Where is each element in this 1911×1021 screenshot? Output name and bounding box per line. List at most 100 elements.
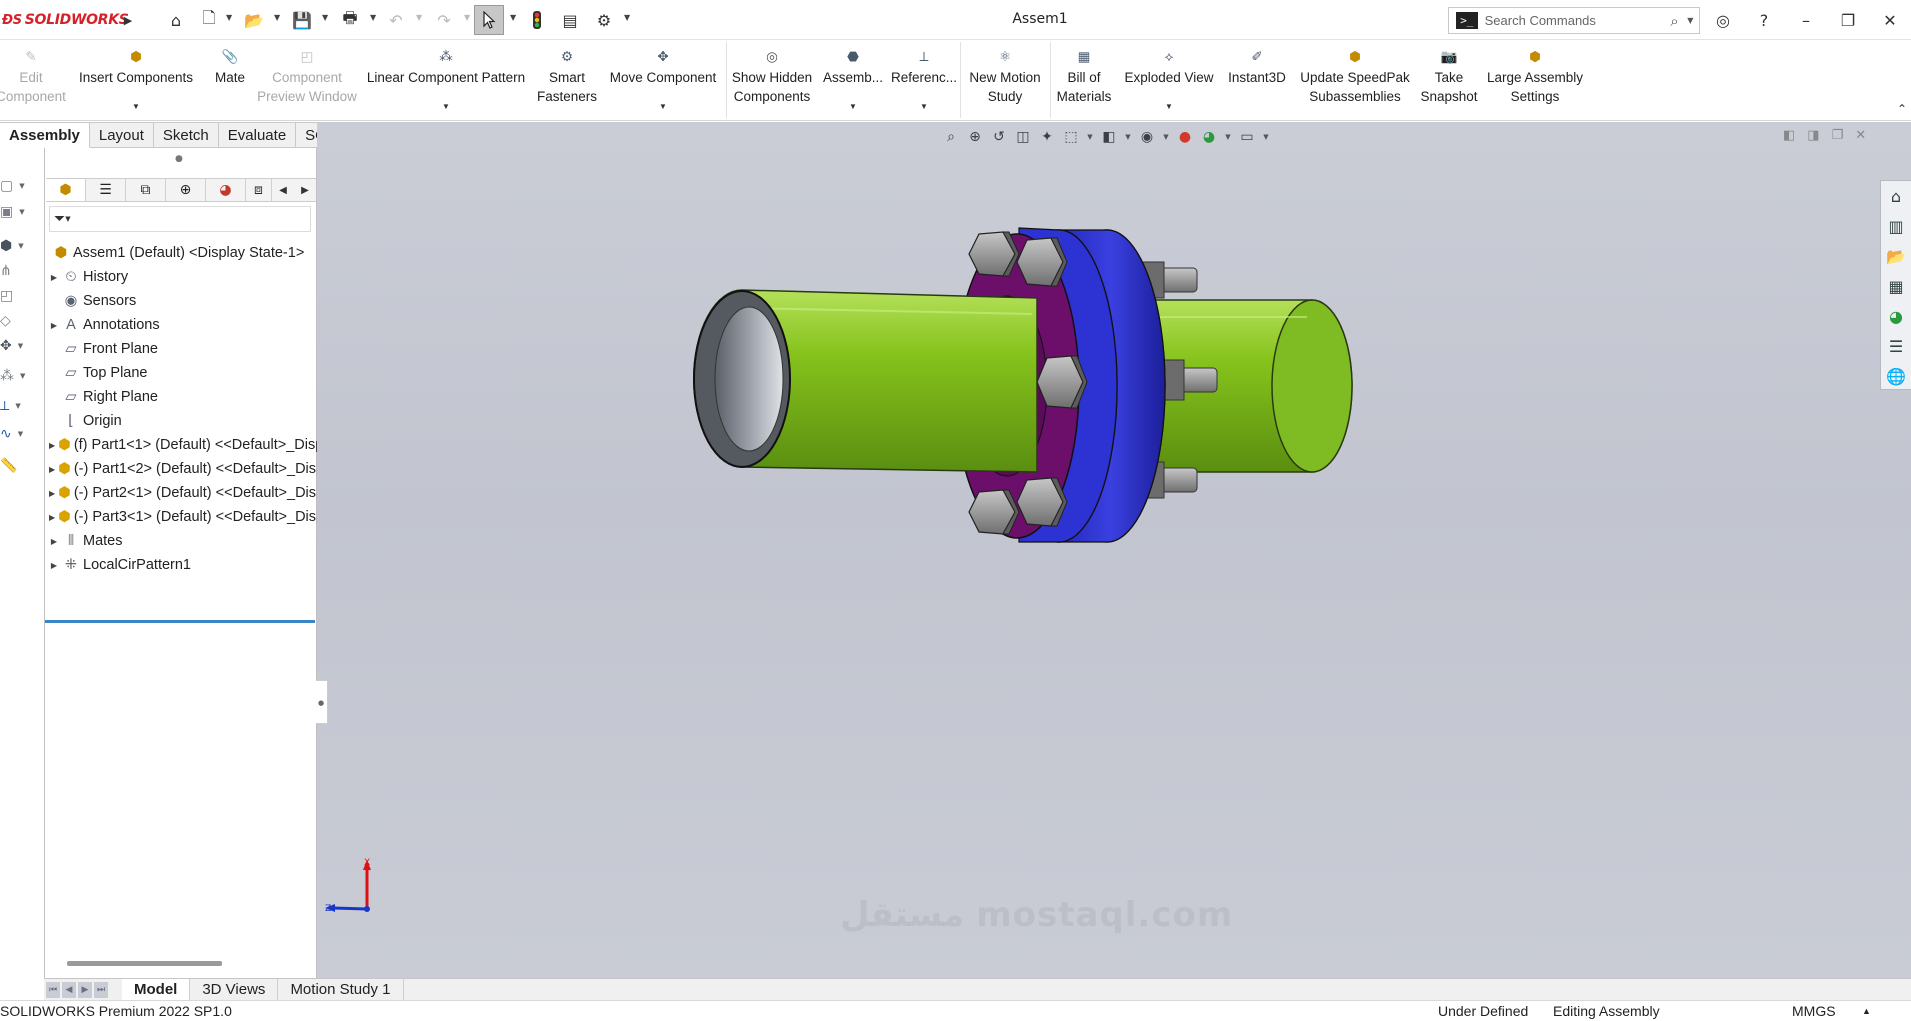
update-speedpak-button[interactable]: ⬢ Update SpeedPak Subassemblies: [1296, 40, 1414, 120]
expand-arrow-icon[interactable]: ▶: [49, 561, 59, 570]
cam-tab-icon[interactable]: ⧈: [246, 179, 272, 201]
zoom-to-area-icon[interactable]: ⊕: [964, 128, 986, 146]
bottom-tab-3d-views[interactable]: 3D Views: [190, 978, 279, 1001]
tree-item[interactable]: ▶ ⏲ History: [45, 266, 317, 288]
instant3d-button[interactable]: ✐ Instant3D: [1222, 40, 1292, 120]
viewport-tile-right-icon[interactable]: ◨: [1807, 128, 1819, 143]
new-caret-icon[interactable]: ▼: [226, 13, 232, 22]
insert-components-caret-icon[interactable]: ▼: [132, 97, 140, 116]
display-style-icon[interactable]: ◧: [1098, 128, 1120, 146]
redo-icon[interactable]: ↷: [432, 8, 456, 32]
section-view-icon[interactable]: ◫: [1012, 128, 1034, 146]
save-icon[interactable]: 💾: [290, 8, 314, 32]
tab-sketch[interactable]: Sketch: [153, 122, 219, 148]
expand-arrow-icon[interactable]: ▶: [49, 537, 59, 546]
search-input[interactable]: [1484, 13, 1662, 28]
previous-view-icon[interactable]: ↺: [988, 128, 1010, 146]
mini-move-icon[interactable]: ✥ ▼: [0, 335, 40, 357]
tab-assembly[interactable]: Assembly: [0, 122, 90, 148]
hide-show-caret-icon[interactable]: ▼: [1160, 133, 1172, 141]
last-tab-icon[interactable]: ⏭: [94, 981, 108, 998]
tree-item[interactable]: ▶⬢(-) Part2<1> (Default) <<Default>_Disp…: [45, 482, 317, 504]
search-icon[interactable]: ⌕: [1662, 12, 1688, 30]
displaymanager-tab-icon[interactable]: ◕: [206, 179, 246, 201]
open-document-icon[interactable]: 📂: [242, 8, 266, 32]
panel-collapse-handle[interactable]: ●: [316, 680, 328, 724]
view-palette-icon[interactable]: ▦: [1881, 271, 1911, 301]
options-caret-icon[interactable]: ▼: [624, 13, 630, 22]
tree-item[interactable]: ▶⬢(-) Part1<2> (Default) <<Default>_Disp…: [45, 458, 317, 480]
reference-caret-icon[interactable]: ▼: [920, 97, 928, 116]
view-settings-caret-icon[interactable]: ▼: [1260, 133, 1272, 141]
tab-evaluate[interactable]: Evaluate: [218, 122, 297, 148]
viewport-restore-icon[interactable]: ❐: [1832, 128, 1844, 143]
propertymanager-tab-icon[interactable]: ☰: [86, 179, 126, 201]
tabs-scroll-left-icon[interactable]: ◀: [272, 179, 294, 201]
left-shaft[interactable]: [692, 289, 1038, 473]
tree-item[interactable]: ▶ ⫴ Mates: [45, 530, 317, 552]
options-gear-icon[interactable]: ⚙: [592, 8, 616, 32]
take-snapshot-button[interactable]: 📷 Take Snapshot: [1414, 40, 1484, 120]
select-cursor-icon[interactable]: [474, 5, 504, 35]
linear-component-pattern-button[interactable]: ⁂ Linear Component Pattern ▼: [362, 40, 530, 120]
help-icon[interactable]: ?: [1748, 6, 1780, 34]
new-motion-study-button[interactable]: ⚛ New Motion Study: [962, 40, 1048, 120]
tree-item[interactable]: ◉ Sensors: [45, 290, 317, 312]
dynamic-annotation-icon[interactable]: ✦: [1036, 128, 1058, 146]
collapse-ribbon-icon[interactable]: ⌃: [1897, 102, 1907, 116]
menu-expand-icon[interactable]: ▶: [120, 8, 136, 32]
view-settings-icon[interactable]: ▭: [1236, 128, 1258, 146]
featuremanager-tab-icon[interactable]: ⬢: [46, 179, 86, 201]
edit-component-button[interactable]: ✎ Edit Component: [0, 40, 66, 120]
expand-arrow-icon[interactable]: ▶: [49, 441, 55, 450]
save-caret-icon[interactable]: ▼: [322, 13, 328, 22]
solidworks-resources-icon[interactable]: ⌂: [1881, 181, 1911, 211]
appearances-scenes-icon[interactable]: ◕: [1881, 301, 1911, 331]
expand-arrow-icon[interactable]: ▶: [49, 513, 55, 522]
tree-item[interactable]: ⬢ Assem1 (Default) <Display State-1>: [45, 242, 317, 264]
mini-curve-icon[interactable]: ∿ ▼: [0, 423, 40, 445]
view-orientation-caret-icon[interactable]: ▼: [1084, 133, 1096, 141]
design-library-icon[interactable]: ▥: [1881, 211, 1911, 241]
show-hidden-components-button[interactable]: ◎ Show Hidden Components: [728, 40, 816, 120]
mini-component-icon[interactable]: ⬢ ▼: [0, 235, 40, 257]
insert-components-button[interactable]: ⬢ Insert Components ▼: [66, 40, 206, 120]
apply-scene-caret-icon[interactable]: ▼: [1222, 133, 1234, 141]
expand-arrow-icon[interactable]: ▶: [49, 489, 55, 498]
exploded-view-button[interactable]: ⟡ Exploded View ▼: [1122, 40, 1216, 120]
tree-item[interactable]: ▱ Top Plane: [45, 362, 317, 384]
configurationmanager-tab-icon[interactable]: ⧉: [126, 179, 166, 201]
mini-smart-fastener-icon[interactable]: ◇: [0, 310, 40, 332]
mini-measure-icon[interactable]: 📏: [0, 455, 40, 477]
file-explorer-icon[interactable]: 📂: [1881, 241, 1911, 271]
mate-button[interactable]: 📎 Mate: [210, 40, 250, 120]
tree-item[interactable]: ⌊ Origin: [45, 410, 317, 432]
viewport-tile-left-icon[interactable]: ◧: [1783, 128, 1795, 143]
minimize-icon[interactable]: –: [1790, 6, 1822, 34]
undo-icon[interactable]: ↶: [384, 8, 408, 32]
smart-fasteners-button[interactable]: ⚙ Smart Fasteners: [537, 40, 597, 120]
search-dropdown-icon[interactable]: ▼: [1687, 16, 1699, 25]
zoom-to-fit-icon[interactable]: ⌕: [940, 128, 962, 146]
tree-item[interactable]: ▶⬢(f) Part1<1> (Default) <<Default>_Disp…: [45, 434, 317, 456]
bill-of-materials-button[interactable]: ▦ Bill of Materials: [1052, 40, 1116, 120]
tree-item[interactable]: ▱ Right Plane: [45, 386, 317, 408]
apply-scene-icon[interactable]: ◕: [1198, 128, 1220, 146]
rebuild-icon[interactable]: [526, 8, 548, 32]
tabs-scroll-right-icon[interactable]: ▶: [294, 179, 316, 201]
mini-edit-icon[interactable]: ▢ ▼: [0, 175, 40, 197]
mini-insert-icon[interactable]: ▣ ▼: [0, 201, 40, 223]
large-assembly-settings-button[interactable]: ⬢ Large Assembly Settings: [1484, 40, 1586, 120]
hide-show-items-icon[interactable]: ◉: [1136, 128, 1158, 146]
print-icon[interactable]: 🖶: [338, 8, 362, 32]
undo-caret-icon[interactable]: ▼: [416, 13, 422, 22]
solidworks-logo[interactable]: ƉS SOLIDWORKS: [2, 10, 129, 30]
units-caret-icon[interactable]: ▲: [1862, 1006, 1871, 1016]
bottom-tab-model[interactable]: Model: [122, 978, 191, 1001]
mini-preview-icon[interactable]: ◰: [0, 285, 40, 307]
tree-item[interactable]: ▶ ⁜ LocalCirPattern1: [45, 554, 317, 576]
graphics-area[interactable]: X Z: [317, 122, 1911, 978]
mini-reference-icon[interactable]: ⟂ ▼: [0, 395, 40, 417]
filter-caret-icon[interactable]: ▼: [65, 215, 70, 223]
linear-component-pattern-caret-icon[interactable]: ▼: [442, 97, 450, 116]
